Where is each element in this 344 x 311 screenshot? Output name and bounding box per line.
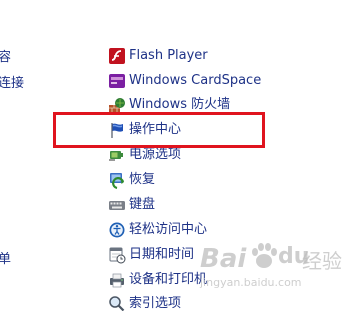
cardspace-icon — [109, 74, 125, 88]
baidu-watermark: Bai du 经验 jingyan.baidu.com — [200, 236, 342, 306]
cp-item-label: 键盘 — [129, 197, 156, 212]
flash-player-icon — [109, 48, 125, 64]
paw-icon — [252, 243, 277, 268]
cp-item-ease-of-access[interactable]: 轻松访问中心 — [108, 220, 207, 240]
cp-item-date-time[interactable]: 日期和时间 — [108, 245, 194, 265]
date-time-icon — [109, 247, 126, 264]
cp-item-label: Windows CardSpace — [129, 73, 262, 88]
control-panel-window: 容 连接 单 Flash Player Windows CardSpace Wi… — [0, 0, 344, 311]
recovery-icon — [110, 173, 125, 189]
devices-printers-icon — [110, 273, 124, 288]
keyboard-icon — [109, 201, 125, 210]
cp-item-label: 恢复 — [129, 172, 156, 187]
cp-item-keyboard[interactable]: 键盘 — [108, 195, 155, 215]
cp-item-devices-printers[interactable]: 设备和打印机 — [108, 270, 207, 290]
cp-item-label: 轻松访问中心 — [129, 222, 208, 237]
cp-item-flash-player[interactable]: Flash Player — [108, 46, 208, 66]
cp-item-recovery[interactable]: 恢复 — [108, 170, 155, 190]
cp-item-label: 日期和时间 — [129, 247, 195, 262]
left-panel-item[interactable]: 连接 — [0, 72, 24, 91]
cp-item-label: 索引选项 — [129, 296, 182, 311]
cp-item-cardspace[interactable]: Windows CardSpace — [108, 71, 261, 91]
cp-item-label: 设备和打印机 — [129, 272, 208, 287]
cp-item-label: 电源选项 — [129, 147, 182, 162]
cp-item-power-options[interactable]: 电源选项 — [108, 145, 181, 165]
power-options-icon — [109, 151, 123, 161]
ease-of-access-icon — [109, 222, 125, 238]
left-panel-item[interactable]: 容 — [0, 46, 11, 65]
watermark-url: jingyan.baidu.com — [200, 276, 302, 289]
indexing-options-icon — [109, 296, 125, 311]
watermark-brand: Bai — [200, 244, 247, 274]
highlight-annotation — [53, 112, 265, 148]
cp-item-indexing-options[interactable]: 索引选项 — [108, 294, 181, 311]
watermark-suffix: 经验 — [302, 249, 342, 273]
cp-item-label: Flash Player — [129, 48, 208, 63]
left-panel-item[interactable]: 单 — [0, 248, 11, 267]
